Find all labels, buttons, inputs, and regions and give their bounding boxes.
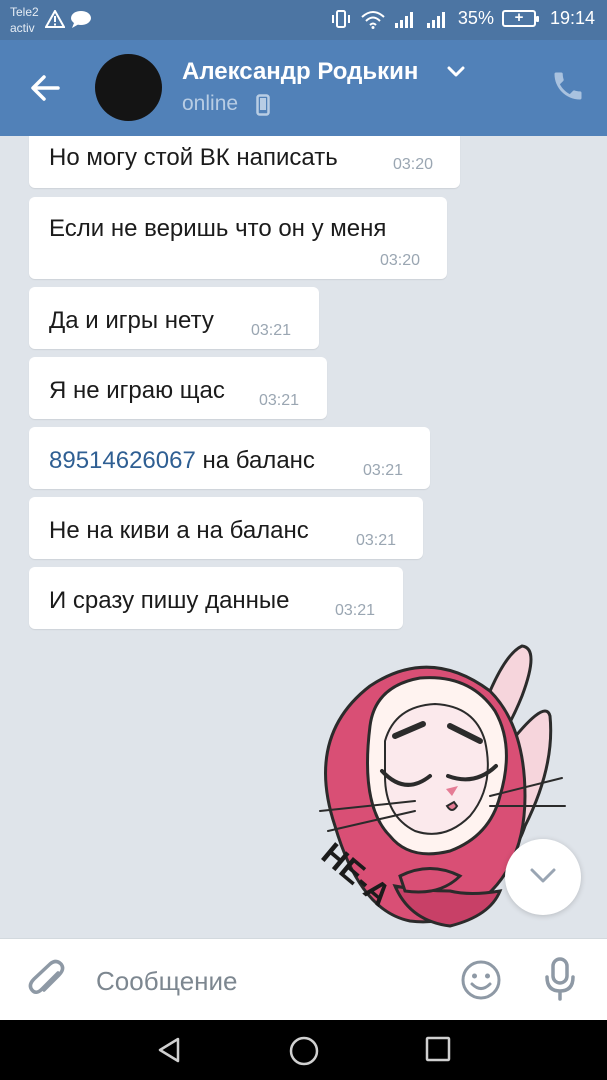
chat-notification-icon [71,11,91,28]
contact-status: online [182,92,239,115]
message-bubble[interactable]: Если не веришь что он у меня 03:20 [29,197,447,279]
signal-icon [426,11,445,28]
status-bar: Tele2 activ 35% + 19:14 [0,0,607,40]
battery-percent: 35% [457,8,494,28]
message-input[interactable] [96,963,436,999]
scroll-down-button[interactable] [505,839,581,915]
message-time: 03:21 [251,322,292,339]
message-bubble[interactable]: Не на киви а на баланс 03:21 [29,497,423,559]
message-text: Если не веришь что он у меня [49,215,387,242]
nav-back-icon[interactable] [154,1035,184,1065]
system-nav-bar [0,1020,607,1080]
message-time: 03:20 [393,156,434,173]
paperclip-icon[interactable] [28,959,68,1001]
phone-number-link[interactable]: 89514626067 [49,447,196,474]
message-text: И сразу пишу данные [49,587,290,614]
phone-call-icon[interactable] [550,68,586,104]
message-text: 89514626067 на баланс [49,447,315,474]
signal-icon [394,11,413,28]
carrier-label: Tele2 activ [10,5,39,35]
message-text: Я не играю щас [49,377,225,404]
contact-name[interactable]: Александр Родькин [182,58,418,86]
message-time: 03:21 [356,532,397,549]
chevron-down-icon[interactable] [447,66,465,78]
message-bubble[interactable]: Да и игры нету 03:21 [29,287,319,349]
message-time: 03:20 [380,252,421,269]
message-text: Но могу стой ВК написать [49,144,338,171]
chat-header: Александр Родькин online [0,40,607,136]
message-bubble[interactable]: 89514626067 на баланс 03:21 [29,427,430,489]
message-composer [0,938,607,1020]
vibrate-icon [331,9,350,28]
message-bubble[interactable]: Я не играю щас 03:21 [29,357,327,419]
message-time: 03:21 [259,392,300,409]
back-arrow-icon[interactable] [26,68,66,108]
message-time: 03:21 [335,602,376,619]
message-time: 03:21 [363,462,404,479]
message-bubble[interactable]: Но могу стой ВК написать 03:20 [29,136,460,188]
chevron-down-icon [530,868,556,883]
battery-charging-icon: + [501,9,539,27]
mobile-phone-icon [256,94,270,116]
microphone-icon[interactable] [543,957,577,1001]
message-bubble[interactable]: И сразу пишу данные 03:21 [29,567,403,629]
nav-recents-icon[interactable] [424,1035,452,1063]
status-right-group: 35% + 19:14 [330,8,595,29]
avatar[interactable] [95,54,162,121]
emoji-icon[interactable] [460,959,502,1001]
status-time: 19:14 [549,8,595,28]
nav-home-icon[interactable] [288,1035,320,1067]
message-list[interactable]: Но могу стой ВК написать 03:20 Если не в… [0,136,607,938]
message-text: Не на киви а на баланс [49,517,309,544]
warning-icon [45,10,65,28]
wifi-icon [361,10,385,29]
message-text: Да и игры нету [49,307,214,334]
